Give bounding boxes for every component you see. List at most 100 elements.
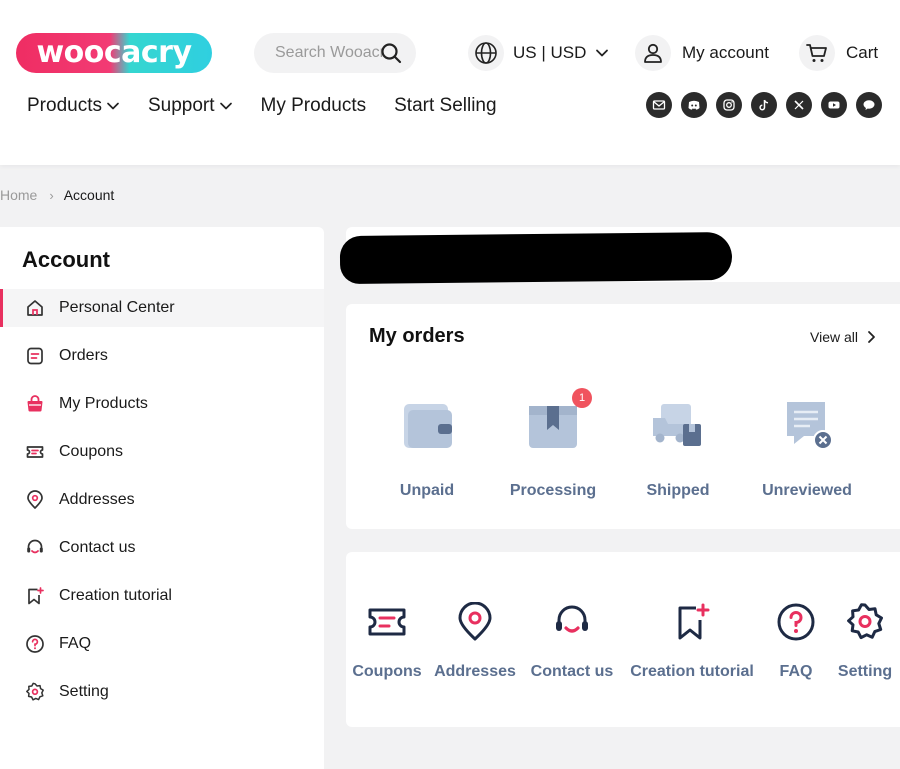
chevron-down-icon <box>596 49 609 57</box>
locale-selector[interactable]: US | USD <box>468 35 609 71</box>
globe-icon <box>468 35 504 71</box>
sidebar-item-label: Orders <box>59 347 108 364</box>
shortcut-faq[interactable]: FAQ <box>774 602 818 681</box>
sidebar-item-label: Personal Center <box>59 299 175 316</box>
my-orders-card: My orders View all Unpaid 1 Processing S… <box>346 304 900 529</box>
sidebar-item-label: Contact us <box>59 539 136 556</box>
order-status-unreviewed[interactable]: Unreviewed <box>752 396 862 500</box>
question-icon <box>776 602 816 642</box>
order-status-label: Unpaid <box>399 482 455 499</box>
nav-products[interactable]: Products <box>27 95 120 117</box>
order-status-processing[interactable]: 1 Processing <box>498 388 608 500</box>
headset-icon <box>24 537 46 559</box>
view-all-label: View all <box>810 329 858 345</box>
coupon-icon <box>367 602 407 642</box>
bag-icon <box>24 393 46 415</box>
review-icon <box>778 396 836 454</box>
search-icon[interactable] <box>380 42 402 64</box>
bookmark-plus-icon <box>672 602 712 642</box>
sidebar-item-label: Creation tutorial <box>59 587 172 604</box>
nav-my-products[interactable]: My Products <box>261 95 367 117</box>
nav-start-selling-label: Start Selling <box>394 95 497 116</box>
shortcut-addresses[interactable]: Addresses <box>434 602 516 681</box>
nav-my-products-label: My Products <box>260 95 367 116</box>
sidebar-item-label: Coupons <box>59 443 124 460</box>
sidebar-item-setting[interactable]: Setting <box>0 673 324 711</box>
my-account-label: My account <box>682 43 769 62</box>
order-status-label: Unreviewed <box>762 482 852 499</box>
shortcut-coupons[interactable]: Coupons <box>352 602 422 681</box>
view-all-link[interactable]: View all <box>810 329 876 345</box>
question-icon <box>24 633 46 655</box>
box-icon: 1 <box>524 388 592 454</box>
breadcrumb-current: Account <box>63 187 115 203</box>
sidebar-item-label: FAQ <box>59 635 92 652</box>
shortcut-setting[interactable]: Setting <box>834 602 896 681</box>
location-pin-icon <box>455 602 495 642</box>
sidebar-item-label: Addresses <box>59 491 135 508</box>
my-account-link[interactable]: My account <box>635 35 769 71</box>
sidebar-title: Account <box>22 247 110 272</box>
settings-icon <box>24 681 46 703</box>
order-status-unpaid[interactable]: Unpaid <box>372 396 482 500</box>
discord-icon[interactable] <box>681 92 707 118</box>
headset-icon <box>552 602 592 642</box>
sidebar-item-my-products[interactable]: My Products <box>0 385 324 423</box>
search-box[interactable] <box>254 33 416 73</box>
sidebar-item-creation-tutorial[interactable]: Creation tutorial <box>0 577 324 615</box>
order-status-label: Processing <box>509 482 597 499</box>
cart-icon <box>799 35 835 71</box>
nav-support[interactable]: Support <box>148 95 233 117</box>
shortcut-label: Coupons <box>352 663 422 680</box>
sidebar-item-orders[interactable]: Orders <box>0 337 324 375</box>
breadcrumb: Home › Account <box>0 187 114 203</box>
user-icon <box>635 35 671 71</box>
shortcut-creation-tutorial[interactable]: Creation tutorial <box>628 602 756 681</box>
instagram-icon[interactable] <box>716 92 742 118</box>
tiktok-icon[interactable] <box>751 92 777 118</box>
sidebar-item-faq[interactable]: FAQ <box>0 625 324 663</box>
email-icon[interactable] <box>646 92 672 118</box>
order-status-shipped[interactable]: Shipped <box>623 396 733 500</box>
shortcut-label: Contact us <box>530 663 614 680</box>
shortcut-label: Creation tutorial <box>630 663 754 680</box>
chevron-right-icon <box>868 331 875 343</box>
home-icon <box>24 297 46 319</box>
search-input[interactable] <box>275 44 383 62</box>
sidebar-item-label: Setting <box>59 683 109 700</box>
coupon-icon <box>24 441 46 463</box>
x-icon[interactable] <box>786 92 812 118</box>
truck-icon <box>649 396 707 454</box>
account-sidebar: Account Personal Center Orders My Produc… <box>0 227 324 769</box>
wallet-icon <box>398 396 456 454</box>
shortcut-label: Addresses <box>434 663 516 680</box>
sidebar-item-addresses[interactable]: Addresses <box>0 481 324 519</box>
redaction-mark <box>339 231 733 285</box>
nav-support-label: Support <box>147 95 215 116</box>
sidebar-item-contact-us[interactable]: Contact us <box>0 529 324 567</box>
locale-label: US | USD <box>513 43 587 62</box>
youtube-icon[interactable] <box>821 92 847 118</box>
order-status-label: Shipped <box>646 482 710 499</box>
chevron-down-icon <box>107 102 119 110</box>
orders-title: My orders <box>369 325 465 347</box>
breadcrumb-home[interactable]: Home <box>0 187 37 203</box>
main-nav: Products Support My Products Start Selli… <box>27 92 525 120</box>
cart-link[interactable]: Cart <box>799 35 878 71</box>
sidebar-item-personal-center[interactable]: Personal Center <box>0 289 324 327</box>
brand-logo[interactable]: woocacry <box>16 33 212 73</box>
talk-icon[interactable] <box>856 92 882 118</box>
nav-start-selling[interactable]: Start Selling <box>394 95 496 117</box>
cart-label: Cart <box>846 43 879 62</box>
shortcut-label: Setting <box>837 663 893 680</box>
orders-icon <box>24 345 46 367</box>
sidebar-item-label: My Products <box>59 395 148 412</box>
bookmark-plus-icon <box>24 585 46 607</box>
social-links <box>646 92 882 118</box>
shortcut-contact-us[interactable]: Contact us <box>529 602 615 681</box>
logo-text: woocacry <box>36 35 192 70</box>
sidebar-item-coupons[interactable]: Coupons <box>0 433 324 471</box>
site-header: woocacry US | USD My account <box>0 0 900 165</box>
settings-icon <box>845 602 885 642</box>
nav-products-label: Products <box>27 95 102 116</box>
